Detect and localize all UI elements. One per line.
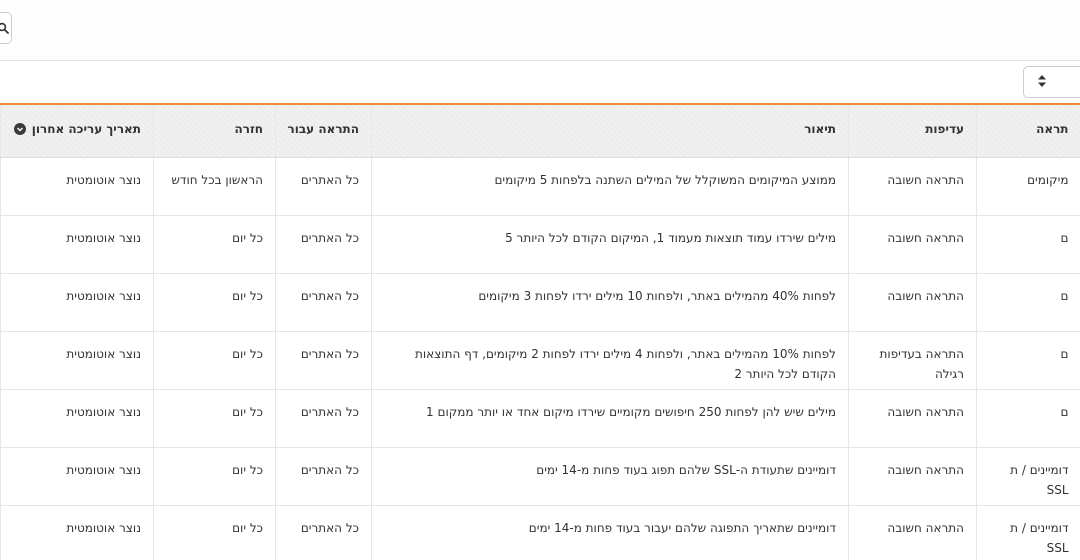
cell-last-edited: נוצר אוטומטית (0, 273, 154, 332)
table-header-row: תראה עדיפות תיאור התראה עבור חזרה תאריך … (0, 103, 1080, 158)
column-header-priority[interactable]: עדיפות (848, 103, 977, 158)
table-row[interactable]: דומיינים / ת SSL התראה חשובה דומיינים שת… (0, 447, 1080, 506)
cell-type: דומיינים / ת SSL (976, 447, 1080, 506)
cell-type: ם (976, 273, 1080, 332)
cell-alert-for: כל האתרים (275, 447, 372, 506)
cell-recurrence: כל יום (153, 331, 276, 390)
cell-description: לפחות 40% מהמילים באתר, ולפחות 10 מילים … (371, 273, 849, 332)
cell-alert-for: כל האתרים (275, 157, 372, 216)
chevron-down-circle-icon (13, 123, 26, 135)
cell-priority: התראה חשובה (848, 447, 977, 506)
column-header-last-edited[interactable]: תאריך עריכה אחרון (0, 103, 154, 158)
cell-priority: התראה חשובה (848, 215, 977, 274)
column-header-alert-for[interactable]: התראה עבור (275, 103, 372, 158)
cell-recurrence: כל יום (153, 447, 276, 506)
table-row[interactable]: ם התראה חשובה מילים שירדו עמוד תוצאות מע… (0, 215, 1080, 274)
cell-alert-for: כל האתרים (275, 505, 372, 560)
table-row[interactable]: מיקומים התראה חשובה ממוצע המיקומים המשוק… (0, 157, 1080, 216)
cell-description: מילים שירדו עמוד תוצאות מעמוד 1, המיקום … (371, 215, 849, 274)
sort-arrows-icon (1038, 75, 1046, 87)
top-search-bar (0, 0, 1080, 61)
cell-alert-for: כל האתרים (275, 331, 372, 390)
cell-description: דומיינים שתעודת ה-SSL שלהם תפוג בעוד פחו… (371, 447, 849, 506)
cell-type: ם (976, 389, 1080, 448)
cell-description: לפחות 10% מהמילים באתר, ולפחות 4 מילים י… (371, 331, 849, 390)
cell-type: דומיינים / ת SSL (976, 505, 1080, 560)
cell-type: ם (976, 331, 1080, 390)
alerts-table: תראה עדיפות תיאור התראה עבור חזרה תאריך … (0, 103, 1080, 560)
cell-description: ממוצע המיקומים המשוקלל של המילים השתנה ב… (371, 157, 849, 216)
table-row[interactable]: ם התראה חשובה מילים שיש להן לפחות 250 חי… (0, 389, 1080, 448)
table-row[interactable]: ם התראה חשובה לפחות 40% מהמילים באתר, ול… (0, 273, 1080, 332)
column-header-description[interactable]: תיאור (371, 103, 849, 158)
cell-description: דומיינים שתאריך התפוגה שלהם יעבור בעוד פ… (371, 505, 849, 560)
column-header-recurrence[interactable]: חזרה (153, 103, 276, 158)
search-icon (0, 22, 9, 34)
table-row[interactable]: דומיינים / ת SSL התראה חשובה דומיינים שת… (0, 505, 1080, 560)
table-row[interactable]: ם התראה בעדיפות רגילה לפחות 10% מהמילים … (0, 331, 1080, 390)
cell-type: מיקומים (976, 157, 1080, 216)
cell-last-edited: נוצר אוטומטית (0, 505, 154, 560)
search-button[interactable] (0, 12, 12, 44)
cell-priority: התראה בעדיפות רגילה (848, 331, 977, 390)
cell-alert-for: כל האתרים (275, 389, 372, 448)
cell-last-edited: נוצר אוטומטית (0, 331, 154, 390)
cell-last-edited: נוצר אוטומטית (0, 389, 154, 448)
cell-recurrence: כל יום (153, 273, 276, 332)
cell-last-edited: נוצר אוטומטית (0, 447, 154, 506)
cell-recurrence: כל יום (153, 215, 276, 274)
cell-priority: התראה חשובה (848, 505, 977, 560)
cell-recurrence: כל יום (153, 505, 276, 560)
cell-last-edited: נוצר אוטומטית (0, 157, 154, 216)
cell-alert-for: כל האתרים (275, 273, 372, 332)
cell-alert-for: כל האתרים (275, 215, 372, 274)
cell-recurrence: הראשון בכל חודש (153, 157, 276, 216)
column-header-type[interactable]: תראה (976, 103, 1080, 158)
filter-select[interactable] (1023, 66, 1080, 98)
cell-description: מילים שיש להן לפחות 250 חיפושים מקומיים … (371, 389, 849, 448)
cell-type: ם (976, 215, 1080, 274)
cell-priority: התראה חשובה (848, 157, 977, 216)
alerts-page: תראה עדיפות תיאור התראה עבור חזרה תאריך … (0, 0, 1080, 560)
cell-priority: התראה חשובה (848, 389, 977, 448)
cell-recurrence: כל יום (153, 389, 276, 448)
cell-last-edited: נוצר אוטומטית (0, 215, 154, 274)
cell-priority: התראה חשובה (848, 273, 977, 332)
